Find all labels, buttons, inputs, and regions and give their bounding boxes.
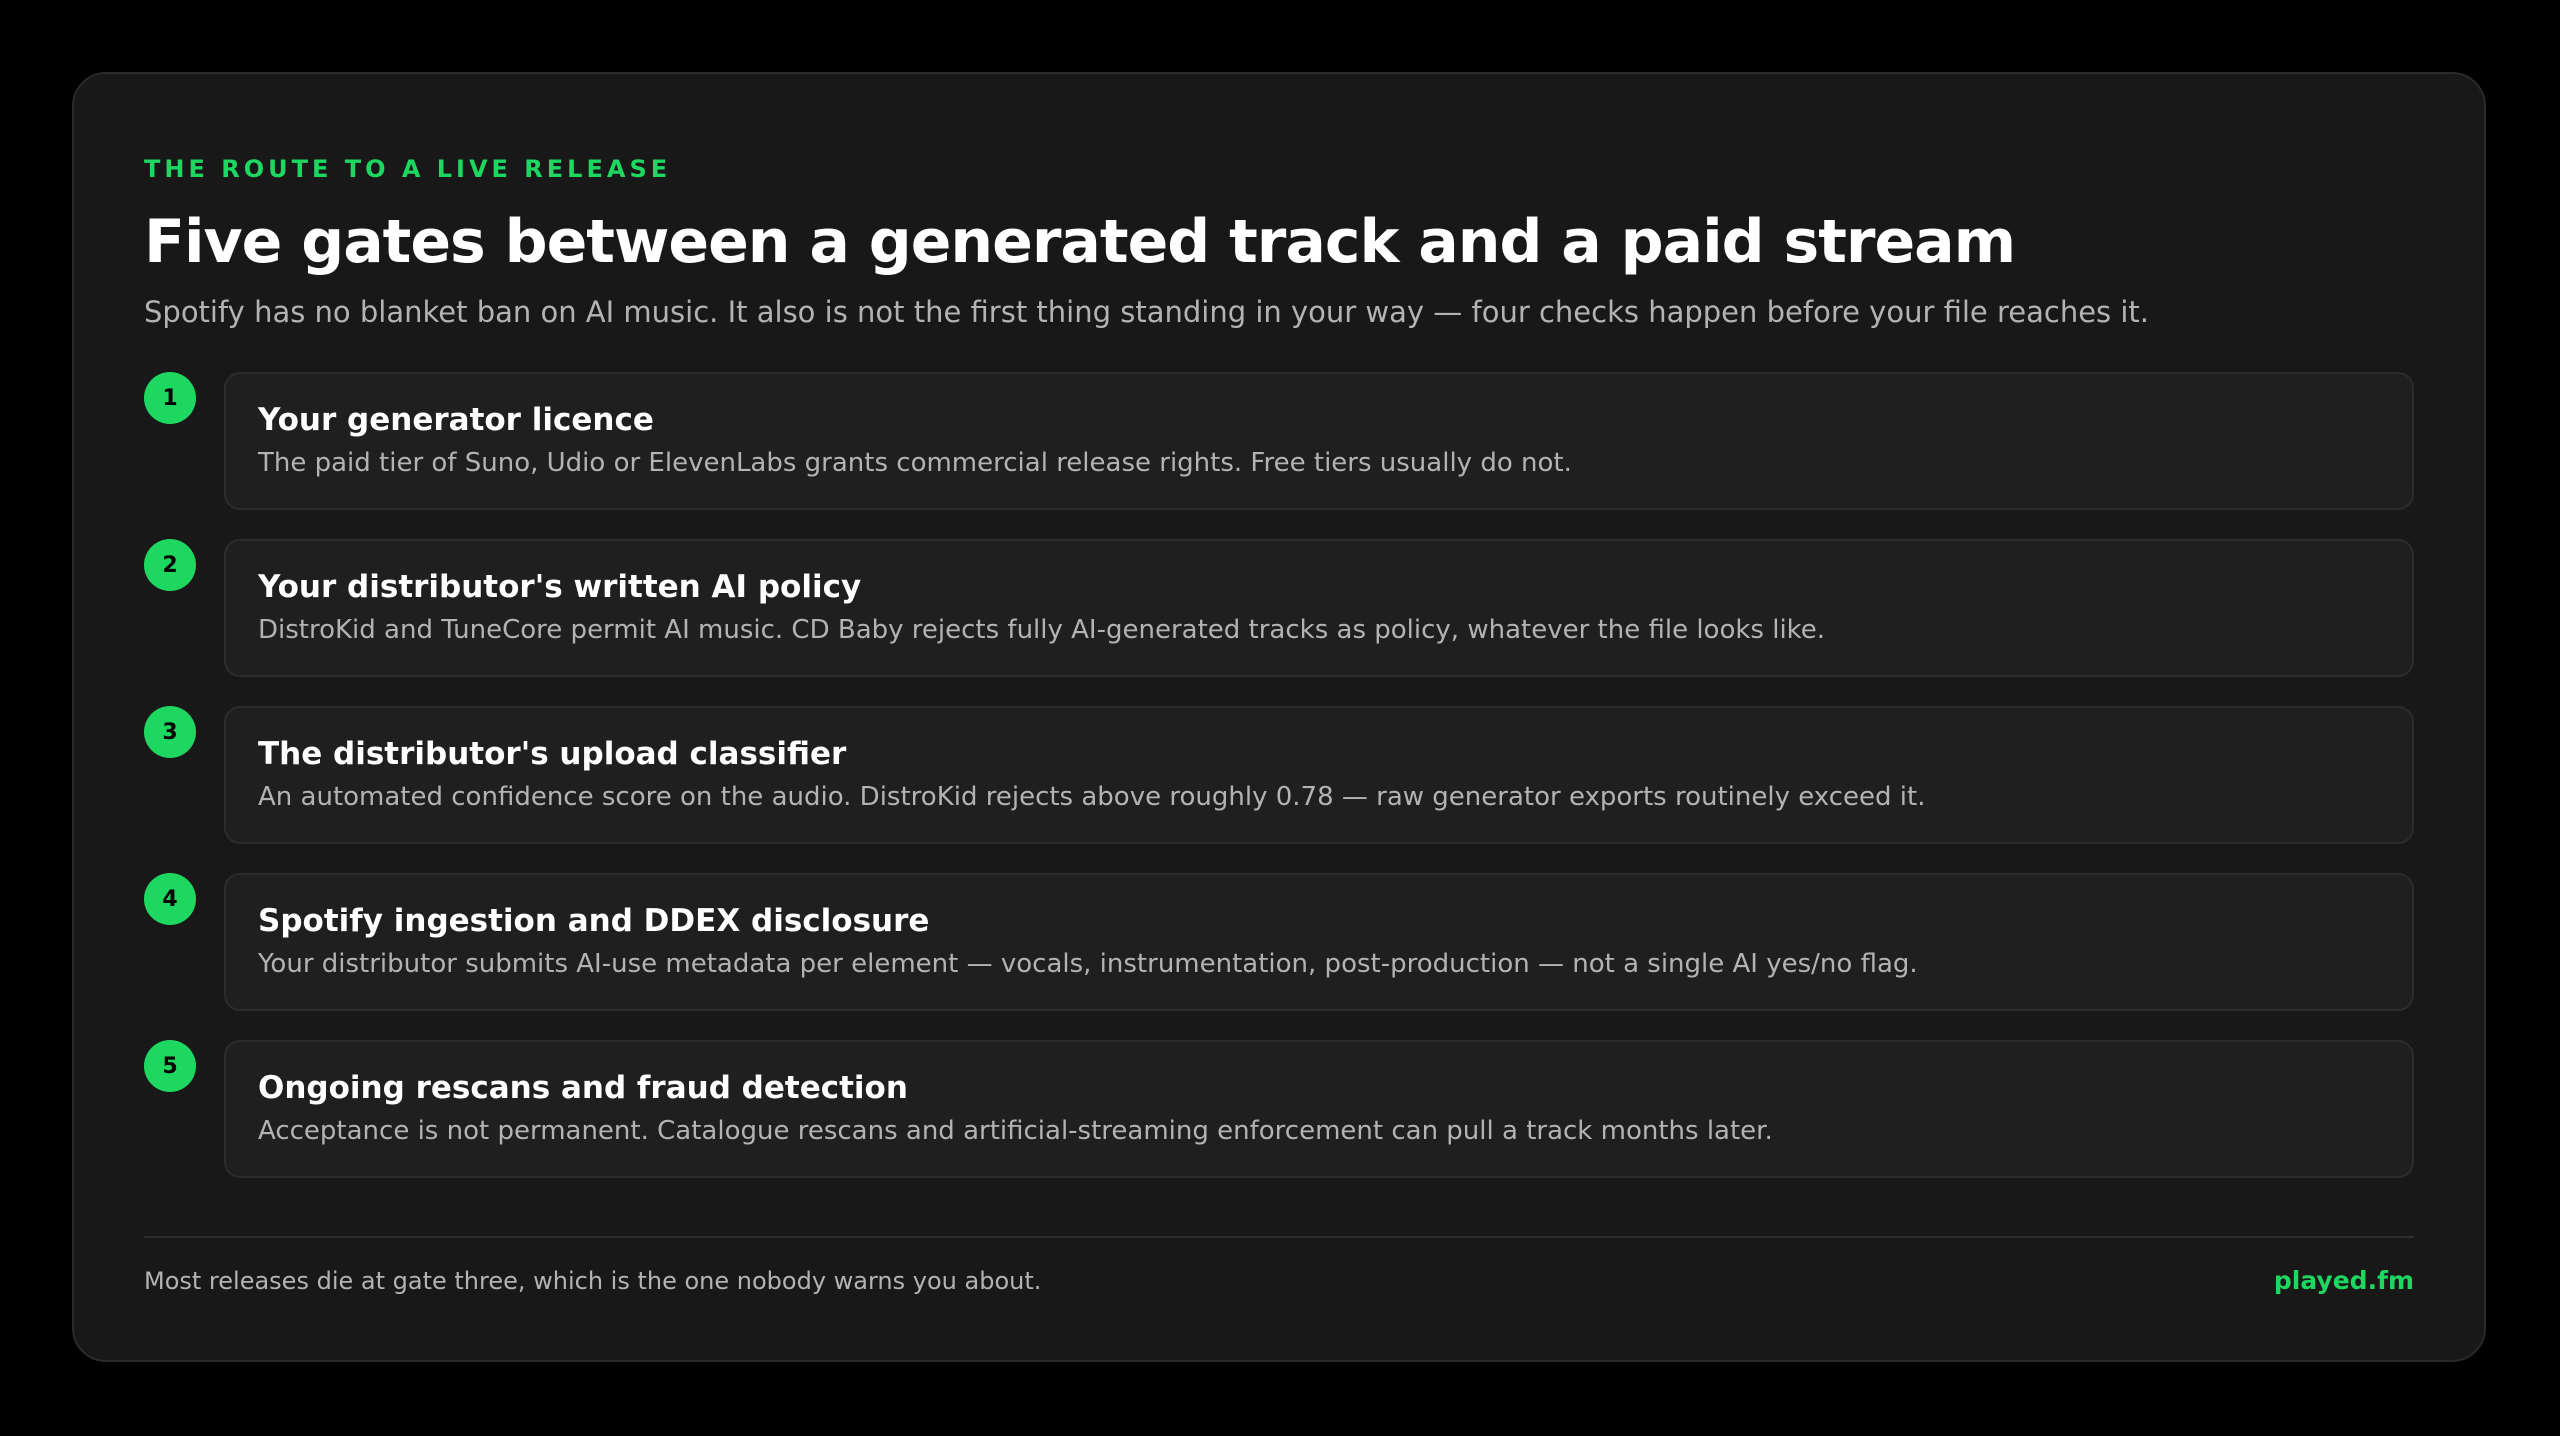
gate-step-5: 5 Ongoing rescans and fraud detection Ac…	[144, 1040, 2414, 1178]
step-title: Your generator licence	[258, 402, 654, 438]
step-card: Your generator licence The paid tier of …	[224, 372, 2414, 510]
step-number-badge: 2	[144, 539, 196, 591]
gate-step-4: 4 Spotify ingestion and DDEX disclosure …	[144, 873, 2414, 1011]
release-gates-card: THE ROUTE TO A LIVE RELEASE Five gates b…	[72, 72, 2486, 1362]
step-description: Acceptance is not permanent. Catalogue r…	[258, 1116, 1773, 1146]
step-card: Spotify ingestion and DDEX disclosure Yo…	[224, 873, 2414, 1011]
step-number-badge: 1	[144, 372, 196, 424]
step-description: An automated confidence score on the aud…	[258, 782, 1926, 812]
eyebrow-label: THE ROUTE TO A LIVE RELEASE	[144, 155, 672, 183]
step-number-badge: 4	[144, 873, 196, 925]
step-title: Your distributor's written AI policy	[258, 569, 862, 605]
step-number-badge: 5	[144, 1040, 196, 1092]
page-subtitle: Spotify has no blanket ban on AI music. …	[144, 295, 2150, 329]
step-card: Your distributor's written AI policy Dis…	[224, 539, 2414, 677]
step-card: Ongoing rescans and fraud detection Acce…	[224, 1040, 2414, 1178]
page-title: Five gates between a generated track and…	[144, 207, 2016, 277]
gate-step-1: 1 Your generator licence The paid tier o…	[144, 372, 2414, 510]
step-description: Your distributor submits AI-use metadata…	[258, 949, 1918, 979]
step-title: Ongoing rescans and fraud detection	[258, 1070, 908, 1106]
step-number-badge: 3	[144, 706, 196, 758]
step-description: DistroKid and TuneCore permit AI music. …	[258, 615, 1826, 645]
footer-divider	[144, 1236, 2414, 1238]
gate-step-2: 2 Your distributor's written AI policy D…	[144, 539, 2414, 677]
footer-note: Most releases die at gate three, which i…	[144, 1267, 1042, 1295]
step-description: The paid tier of Suno, Udio or ElevenLab…	[258, 448, 1572, 478]
step-title: Spotify ingestion and DDEX disclosure	[258, 903, 930, 939]
brand-label: played.fm	[2273, 1266, 2414, 1295]
step-card: The distributor's upload classifier An a…	[224, 706, 2414, 844]
gate-step-3: 3 The distributor's upload classifier An…	[144, 706, 2414, 844]
gate-steps-list: 1 Your generator licence The paid tier o…	[144, 372, 2414, 1178]
step-title: The distributor's upload classifier	[258, 736, 847, 772]
